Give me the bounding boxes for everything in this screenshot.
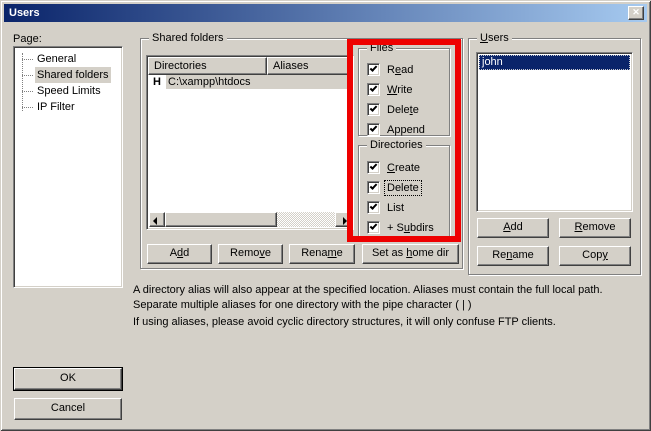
page-item-general[interactable]: General: [14, 51, 122, 67]
close-button[interactable]: ✕: [628, 6, 644, 20]
scroll-left-icon: [153, 217, 157, 225]
tree-stub: [22, 75, 33, 76]
folder-remove-button[interactable]: Remove: [218, 244, 283, 264]
check-icon: [370, 202, 378, 210]
tree-stub: [22, 91, 33, 92]
subdirs-checkbox[interactable]: [367, 221, 380, 234]
check-icon: [370, 182, 378, 190]
check-icon: [370, 84, 378, 92]
tree-stub: [22, 107, 33, 108]
page-item-label[interactable]: IP Filter: [35, 99, 77, 115]
create-checkbox[interactable]: [367, 161, 380, 174]
read-checkbox[interactable]: [367, 63, 380, 76]
cancel-button[interactable]: Cancel: [14, 398, 122, 420]
write-label[interactable]: Write: [385, 83, 414, 97]
file-delete-checkbox[interactable]: [367, 103, 380, 116]
users-group-label: Users: [477, 32, 512, 45]
cyclic-note-text: If using aliases, please avoid cyclic di…: [133, 315, 639, 330]
horizontal-scrollbar[interactable]: [149, 212, 351, 227]
users-list: john: [476, 52, 633, 212]
append-checkbox[interactable]: [367, 123, 380, 136]
read-label[interactable]: Read: [385, 63, 415, 77]
scrollbar-thumb[interactable]: [165, 212, 277, 227]
files-group-label: Files: [367, 42, 396, 55]
page-item-label[interactable]: General: [35, 51, 78, 67]
page-item-ip-filter[interactable]: IP Filter: [14, 99, 122, 115]
shared-folders-group-label: Shared folders: [149, 32, 227, 45]
column-header-label: Directories: [154, 60, 207, 72]
create-label[interactable]: Create: [385, 161, 422, 175]
directories-permissions-group: Directories Create Delete List + Subdirs: [358, 145, 450, 237]
user-copy-button[interactable]: Copy: [559, 246, 631, 266]
check-icon: [370, 162, 378, 170]
scroll-left-button[interactable]: [149, 212, 165, 227]
ok-button[interactable]: OK: [14, 368, 122, 390]
window-title: Users: [9, 7, 40, 19]
title-bar[interactable]: Users ✕: [4, 4, 647, 22]
dir-delete-label[interactable]: Delete: [385, 181, 421, 195]
directories-group-label: Directories: [367, 139, 426, 152]
list-checkbox[interactable]: [367, 201, 380, 214]
set-as-home-dir-button[interactable]: Set as home dir: [362, 244, 459, 264]
file-delete-label[interactable]: Delete: [385, 103, 421, 117]
column-header-aliases[interactable]: Aliases: [267, 57, 352, 75]
user-remove-button[interactable]: Remove: [559, 218, 631, 238]
check-icon: [370, 124, 378, 132]
user-add-button[interactable]: Add: [477, 218, 549, 238]
check-icon: [370, 222, 378, 230]
directory-path[interactable]: C:\xampp\htdocs: [166, 75, 351, 89]
close-icon: ✕: [632, 7, 640, 18]
subdirs-label[interactable]: + Subdirs: [385, 221, 436, 235]
files-permissions-group: Files Read Write Delete Append: [358, 48, 450, 136]
tree-stub: [22, 59, 33, 60]
column-header-directories[interactable]: Directories: [148, 57, 267, 75]
write-checkbox[interactable]: [367, 83, 380, 96]
folder-add-button[interactable]: Add: [147, 244, 212, 264]
shared-folders-list: Directories Aliases H C:\xampp\htdocs: [146, 55, 354, 230]
column-header-label: Aliases: [273, 60, 308, 72]
page-item-label[interactable]: Shared folders: [35, 67, 111, 83]
home-directory-flag: H: [149, 75, 166, 89]
dir-delete-checkbox[interactable]: [367, 181, 380, 194]
users-dialog: Users ✕ Page: General Shared folders Spe…: [0, 0, 651, 431]
scroll-right-icon: [343, 217, 347, 225]
scroll-right-button[interactable]: [335, 212, 351, 227]
check-icon: [370, 64, 378, 72]
list-label[interactable]: List: [385, 201, 406, 215]
shared-folder-row[interactable]: H C:\xampp\htdocs: [149, 75, 351, 89]
folder-rename-button[interactable]: Rename: [289, 244, 355, 264]
page-label: Page:: [13, 33, 42, 45]
page-item-shared-folders[interactable]: Shared folders: [14, 67, 122, 83]
page-list: General Shared folders Speed Limits IP F…: [13, 46, 123, 288]
alias-note-text: A directory alias will also appear at th…: [133, 283, 639, 312]
check-icon: [370, 104, 378, 112]
user-item-john[interactable]: john: [479, 55, 630, 70]
page-item-speed-limits[interactable]: Speed Limits: [14, 83, 122, 99]
append-label[interactable]: Append: [385, 123, 427, 137]
page-item-label[interactable]: Speed Limits: [35, 83, 103, 99]
user-rename-button[interactable]: Rename: [477, 246, 549, 266]
